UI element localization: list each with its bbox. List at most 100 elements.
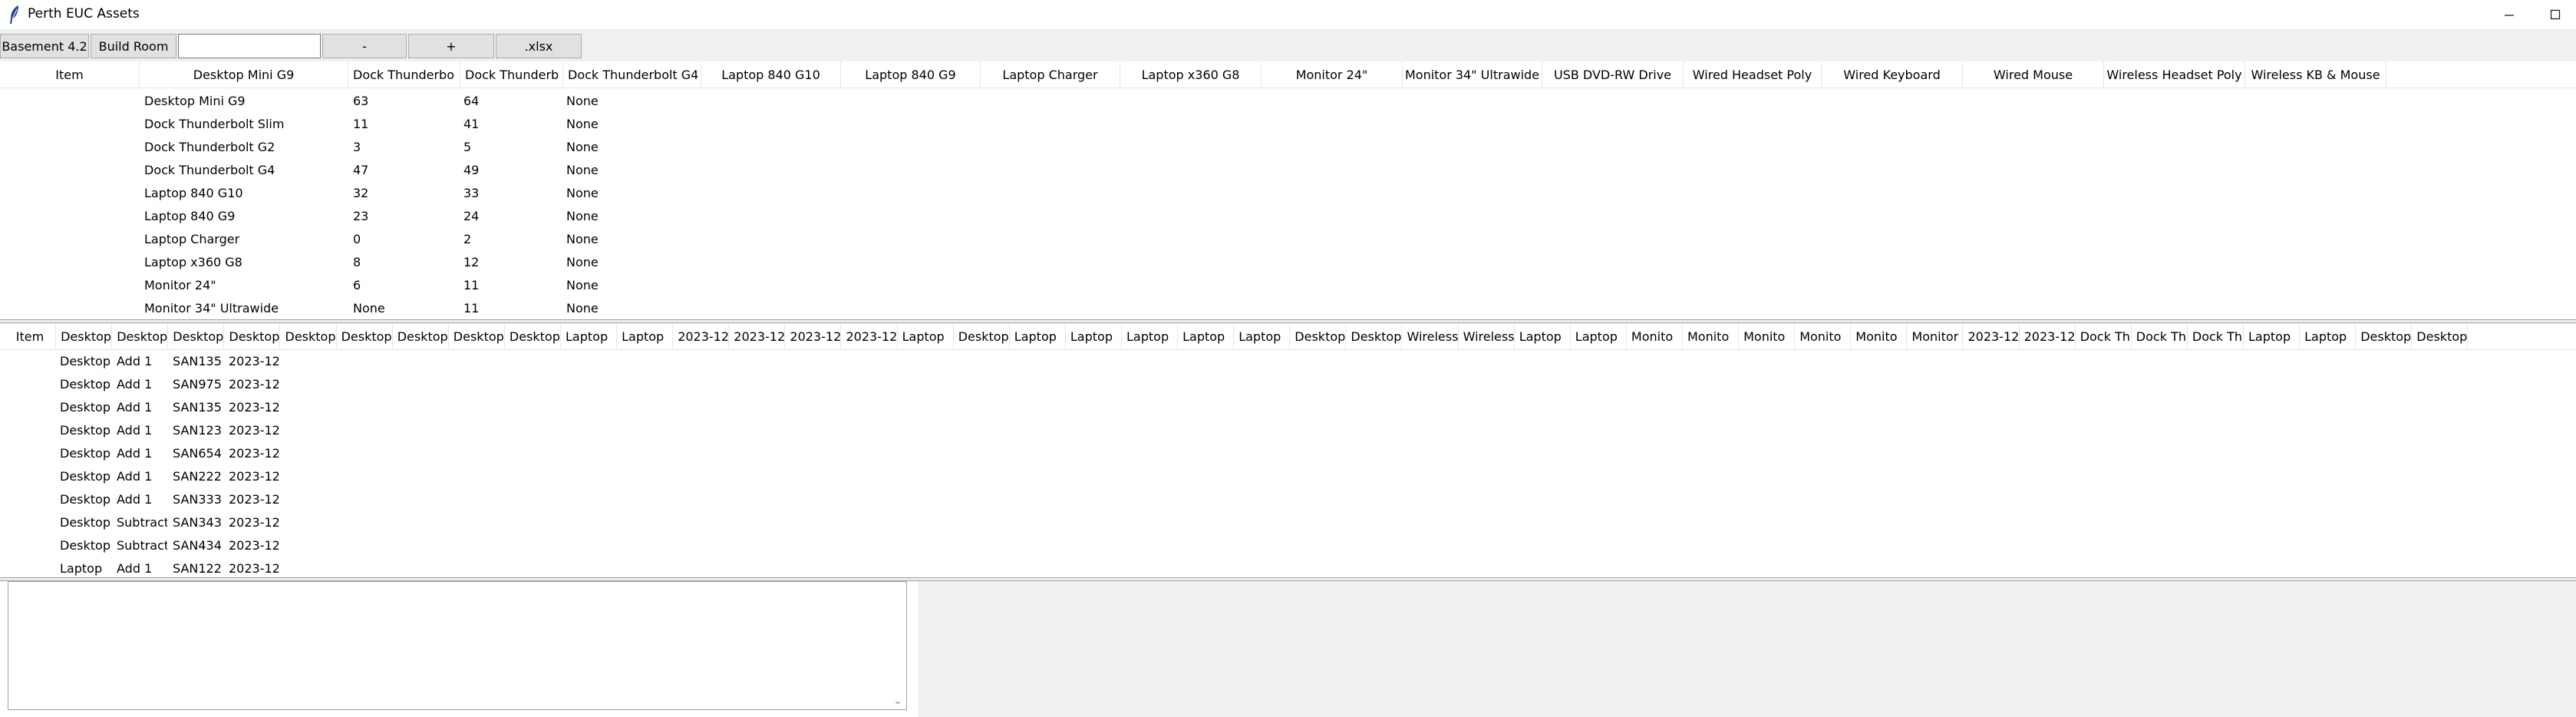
column-header[interactable]: Wireless bbox=[1403, 323, 1459, 349]
column-header[interactable]: Dock Thunderbolt G4 bbox=[563, 61, 701, 88]
column-header-item[interactable]: Item bbox=[0, 61, 140, 88]
column-header[interactable]: Laptop bbox=[1515, 323, 1571, 349]
column-header[interactable]: Laptop bbox=[898, 323, 954, 349]
table-cell: 64 bbox=[463, 93, 480, 108]
column-header[interactable]: Wired Headset Poly bbox=[1684, 61, 1822, 88]
table-row[interactable]: Desktop Add 1 SAN222 2023-12 bbox=[0, 464, 2576, 487]
table-row[interactable]: Laptop Add 1 SAN122 2023-12 bbox=[0, 557, 2576, 580]
table-row[interactable]: Dock Thunderbolt G2 3 5 None bbox=[0, 135, 2576, 158]
table-row[interactable]: Desktop Add 1 SAN135 2023-12 bbox=[0, 349, 2576, 372]
column-header[interactable]: Monito bbox=[1683, 323, 1739, 349]
column-header[interactable]: Desktop bbox=[281, 323, 337, 349]
table-cell: 49 bbox=[463, 162, 480, 177]
column-header[interactable]: Desktop bbox=[337, 323, 393, 349]
column-header[interactable]: Laptop bbox=[1178, 323, 1235, 349]
column-header[interactable]: Monitor 24" bbox=[1262, 61, 1403, 88]
xlsx-button[interactable]: .xlsx bbox=[496, 34, 582, 58]
column-header[interactable]: Dock Th bbox=[2132, 323, 2188, 349]
column-header[interactable]: Wired Keyboard bbox=[1822, 61, 1963, 88]
column-header[interactable]: Desktop bbox=[954, 323, 1010, 349]
table-row[interactable]: Monitor 34" Ultrawide None 11 None bbox=[0, 296, 2576, 319]
minimize-icon[interactable] bbox=[2486, 0, 2532, 29]
table-row[interactable]: Desktop Add 1 SAN975 2023-12 bbox=[0, 372, 2576, 395]
table-cell: 2023-12 bbox=[229, 445, 279, 461]
column-header[interactable]: Dock Th bbox=[2076, 323, 2132, 349]
column-header[interactable]: Desktop bbox=[505, 323, 561, 349]
column-header[interactable]: Monito bbox=[1739, 323, 1796, 349]
column-header[interactable]: Desktop bbox=[168, 323, 225, 349]
column-header[interactable]: 2023-12 bbox=[1964, 323, 2020, 349]
table-cell: Desktop bbox=[60, 445, 110, 461]
column-header[interactable]: Laptop Charger bbox=[981, 61, 1120, 88]
table-row[interactable]: Desktop Add 1 SAN123 2023-12 bbox=[0, 418, 2576, 441]
column-header[interactable]: Laptop bbox=[1122, 323, 1178, 349]
column-header[interactable]: 2023-12 bbox=[729, 323, 786, 349]
column-header[interactable]: Monito bbox=[1795, 323, 1852, 349]
table-row[interactable]: Laptop 840 G9 23 24 None bbox=[0, 204, 2576, 227]
column-header[interactable]: Dock Th bbox=[2188, 323, 2244, 349]
table-row[interactable]: Desktop Add 1 SAN135 2023-12 bbox=[0, 395, 2576, 418]
table-row[interactable]: Desktop Subtract SAN343 2023-12 bbox=[0, 510, 2576, 534]
table-cell: 2023-12 bbox=[229, 353, 279, 368]
table-row[interactable]: Laptop 840 G10 32 33 None bbox=[0, 181, 2576, 204]
column-header[interactable]: Wireless KB & Mouse bbox=[2245, 61, 2386, 88]
column-header[interactable]: Dock Thunderb bbox=[460, 61, 563, 88]
window-title: Perth EUC Assets bbox=[28, 6, 140, 21]
basement-button[interactable]: Basement 4.2 bbox=[0, 34, 89, 58]
column-header[interactable]: Laptop 840 G9 bbox=[841, 61, 981, 88]
column-header[interactable]: Monito bbox=[1851, 323, 1908, 349]
table-row[interactable]: Laptop Charger 0 2 None bbox=[0, 227, 2576, 250]
column-header[interactable]: Laptop x360 G8 bbox=[1120, 61, 1262, 88]
column-header[interactable]: Desktop Mini G9 bbox=[140, 61, 348, 88]
column-header[interactable]: Desktop bbox=[224, 323, 281, 349]
build-room-button[interactable]: Build Room bbox=[91, 34, 176, 58]
column-header[interactable]: Laptop bbox=[1066, 323, 1122, 349]
column-header[interactable]: Desktop bbox=[2356, 323, 2413, 349]
column-header-item[interactable]: Item bbox=[0, 323, 56, 349]
table-row[interactable]: Dock Thunderbolt Slim 11 41 None bbox=[0, 112, 2576, 135]
column-header[interactable]: Monitor 34" Ultrawide bbox=[1403, 61, 1542, 88]
column-header[interactable]: Laptop bbox=[1571, 323, 1627, 349]
table-row[interactable]: Desktop Add 1 SAN654 2023-12 bbox=[0, 441, 2576, 464]
table-row[interactable]: Monitor 24" 6 11 None bbox=[0, 273, 2576, 296]
minus-button[interactable]: - bbox=[322, 34, 407, 58]
column-header[interactable]: Laptop bbox=[1234, 323, 1291, 349]
quantity-entry[interactable] bbox=[178, 34, 321, 58]
column-header[interactable]: Desktop bbox=[56, 323, 113, 349]
column-header[interactable]: Laptop bbox=[2300, 323, 2357, 349]
column-header[interactable]: Desktop bbox=[449, 323, 505, 349]
table-cell: Subtract bbox=[117, 537, 167, 553]
column-header[interactable]: 2023-12 bbox=[2020, 323, 2076, 349]
maximize-icon[interactable] bbox=[2532, 0, 2576, 29]
column-header[interactable]: Laptop bbox=[2244, 323, 2300, 349]
table-row[interactable]: Desktop Add 1 SAN333 2023-12 bbox=[0, 487, 2576, 510]
column-header[interactable]: Laptop 840 G10 bbox=[701, 61, 841, 88]
column-header[interactable]: Monitor bbox=[1907, 323, 1964, 349]
table-row[interactable]: Dock Thunderbolt G4 47 49 None bbox=[0, 158, 2576, 181]
column-header[interactable]: Wired Mouse bbox=[1963, 61, 2104, 88]
column-header[interactable]: Laptop bbox=[561, 323, 617, 349]
column-header[interactable]: Laptop bbox=[617, 323, 674, 349]
column-header[interactable]: Laptop bbox=[1010, 323, 1066, 349]
table-cell: Add 1 bbox=[117, 560, 153, 576]
table-cell: 2023-12 bbox=[229, 491, 279, 507]
table-row[interactable]: Desktop Mini G9 63 64 None bbox=[0, 89, 2576, 112]
plus-button[interactable]: + bbox=[408, 34, 494, 58]
column-header[interactable]: Dock Thunderbo bbox=[348, 61, 460, 88]
column-header[interactable]: USB DVD-RW Drive bbox=[1542, 61, 1684, 88]
column-header[interactable]: Desktop bbox=[2412, 323, 2469, 349]
column-header[interactable]: Wireless Headset Poly bbox=[2104, 61, 2245, 88]
column-header[interactable]: 2023-12 bbox=[842, 323, 898, 349]
column-header[interactable]: 2023-12 bbox=[785, 323, 842, 349]
notes-textarea[interactable]: ⌄ bbox=[8, 581, 907, 710]
table-row[interactable]: Desktop Subtract SAN434 2023-12 bbox=[0, 534, 2576, 557]
column-header[interactable]: Monito bbox=[1627, 323, 1683, 349]
column-header[interactable]: 2023-12 bbox=[673, 323, 730, 349]
chevron-down-icon[interactable]: ⌄ bbox=[891, 694, 905, 708]
column-header[interactable]: Desktop bbox=[1290, 323, 1347, 349]
column-header[interactable]: Desktop bbox=[393, 323, 449, 349]
column-header[interactable]: Desktop bbox=[112, 323, 169, 349]
table-row[interactable]: Laptop x360 G8 8 12 None bbox=[0, 250, 2576, 273]
column-header[interactable]: Desktop bbox=[1346, 323, 1403, 349]
column-header[interactable]: Wireless bbox=[1459, 323, 1515, 349]
